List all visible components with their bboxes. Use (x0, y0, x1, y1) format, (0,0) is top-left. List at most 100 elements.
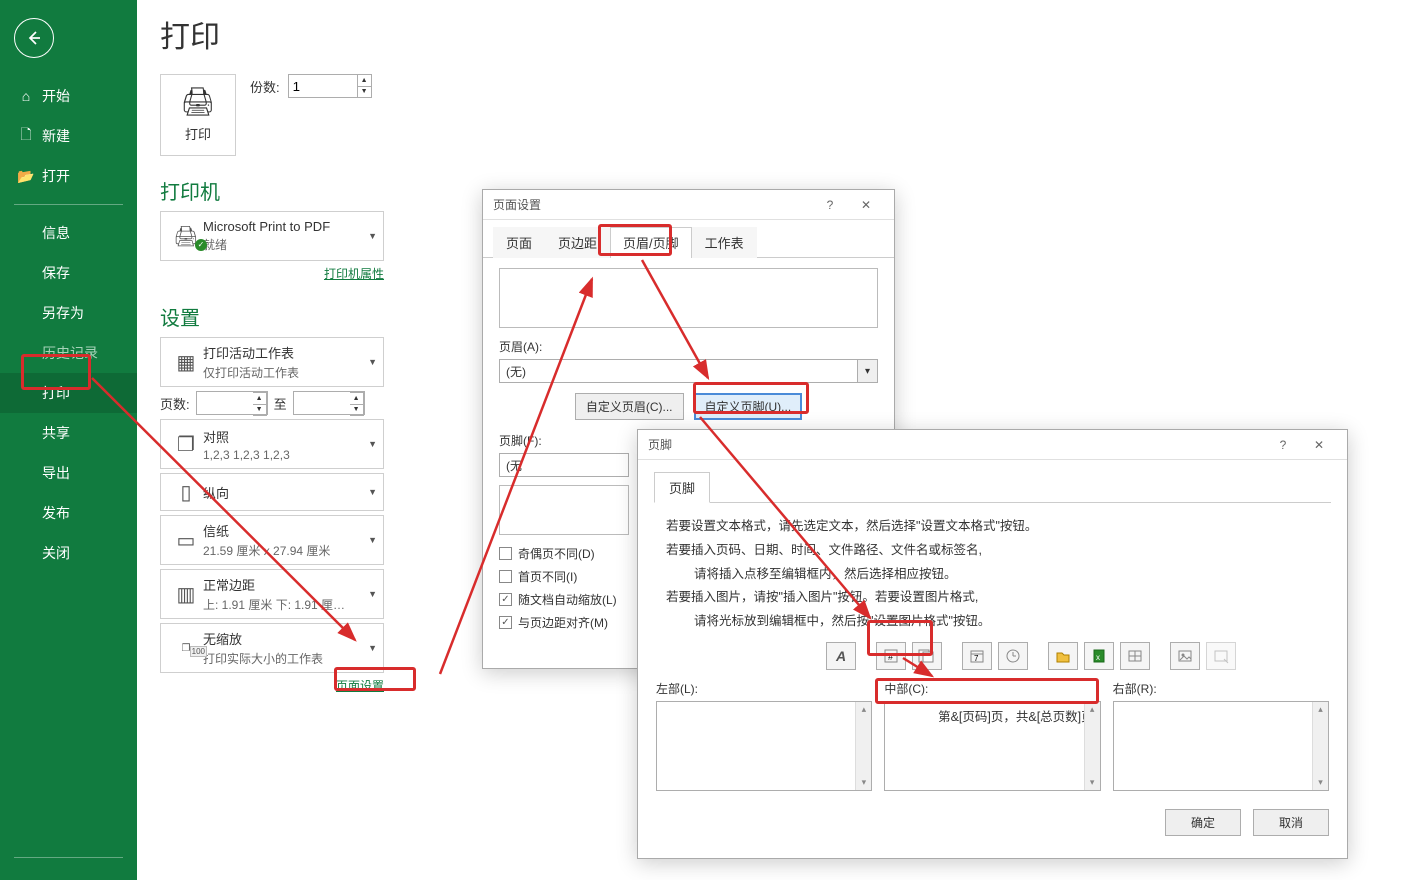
tab-margins[interactable]: 页边距 (545, 227, 610, 258)
tab-header-footer[interactable]: 页眉/页脚 (610, 227, 692, 258)
custom-footer-button[interactable]: 自定义页脚(U)... (694, 393, 803, 420)
opt-sub: 1,2,3 1,2,3 1,2,3 (203, 448, 290, 462)
settings-section-header: 设置 (160, 302, 460, 331)
center-section-textarea[interactable]: 第&[页码]页，共&[总页数]页▴▾ (884, 701, 1100, 791)
insert-filepath-button[interactable] (1048, 642, 1078, 670)
format-picture-button[interactable] (1206, 642, 1236, 670)
opt-sub: 上: 1.91 厘米 下: 1.91 厘… (203, 596, 345, 613)
page-setup-link[interactable]: 页面设置 (336, 679, 384, 693)
print-what-selector[interactable]: ▦ 打印活动工作表 仅打印活动工作表 ▼ (160, 337, 384, 387)
nav-share[interactable]: 共享 (0, 413, 137, 453)
nav-label: 打印 (42, 383, 70, 403)
checkbox-odd-even[interactable] (499, 547, 512, 560)
spin-down-icon[interactable]: ▼ (358, 87, 371, 98)
center-text: 第&[页码]页，共&[总页数]页 (938, 710, 1094, 724)
nav-open[interactable]: 📂 打开 (0, 156, 137, 196)
help-button[interactable]: ? (812, 198, 848, 212)
chevron-down-icon: ▾ (857, 360, 877, 382)
paper-size-selector[interactable]: ▭ 信纸 21.59 厘米 x 27.94 厘米 ▼ (160, 515, 384, 565)
checkbox-scale[interactable]: ✓ (499, 593, 512, 606)
collate-icon: ❐ (169, 432, 203, 457)
back-button[interactable] (14, 18, 54, 58)
insert-page-count-button[interactable] (912, 642, 942, 670)
opt-sub: 21.59 厘米 x 27.94 厘米 (203, 542, 330, 559)
ready-check-icon: ✓ (195, 239, 207, 251)
scaling-selector[interactable]: ❐100 无缩放 打印实际大小的工作表 ▼ (160, 623, 384, 673)
margins-icon: ▥ (169, 582, 203, 607)
tab-page[interactable]: 页面 (493, 227, 545, 258)
header-combo[interactable]: (无) ▾ (499, 359, 878, 383)
insert-picture-button[interactable] (1170, 642, 1200, 670)
nav-print[interactable]: 打印 (0, 373, 137, 413)
insert-sheetname-button[interactable] (1120, 642, 1150, 670)
footer-value: (无 (506, 457, 522, 474)
margins-selector[interactable]: ▥ 正常边距 上: 1.91 厘米 下: 1.91 厘… ▼ (160, 569, 384, 619)
home-icon: ⌂ (18, 88, 34, 104)
insert-page-number-button[interactable]: # (876, 642, 906, 670)
checkbox-first-page[interactable] (499, 570, 512, 583)
header-value: (无) (506, 363, 526, 380)
printer-name: Microsoft Print to PDF (203, 219, 330, 234)
scrollbar[interactable]: ▴▾ (855, 702, 871, 790)
insert-date-button[interactable]: 7 (962, 642, 992, 670)
nav-new[interactable]: 🗋 新建 (0, 116, 137, 156)
checkbox-align[interactable]: ✓ (499, 616, 512, 629)
help-button[interactable]: ? (1265, 438, 1301, 452)
nav-separator (14, 857, 123, 858)
header-preview (499, 268, 878, 328)
orientation-selector[interactable]: ▯ 纵向 ▼ (160, 473, 384, 511)
nav-saveas[interactable]: 另存为 (0, 293, 137, 333)
nav-separator (14, 204, 123, 205)
pages-from-stepper[interactable]: ▲▼ (253, 392, 267, 416)
nav-save[interactable]: 保存 (0, 253, 137, 293)
cancel-button[interactable]: 取消 (1253, 809, 1329, 836)
scrollbar[interactable]: ▴▾ (1312, 702, 1328, 790)
footer-combo[interactable]: (无 (499, 453, 629, 477)
nav-home[interactable]: ⌂ 开始 (0, 76, 137, 116)
printer-icon: 🖨 (161, 85, 235, 118)
opt-title: 打印活动工作表 (203, 343, 299, 362)
right-section-textarea[interactable]: ▴▾ (1113, 701, 1329, 791)
close-button[interactable]: ✕ (848, 198, 884, 212)
chevron-down-icon: ▼ (368, 231, 377, 241)
scrollbar[interactable]: ▴▾ (1084, 702, 1100, 790)
chk-label: 奇偶页不同(D) (518, 545, 595, 562)
nav-info[interactable]: 信息 (0, 213, 137, 253)
nav-export[interactable]: 导出 (0, 453, 137, 493)
copies-stepper[interactable]: ▲▼ (358, 74, 372, 98)
chk-label: 首页不同(I) (518, 568, 577, 585)
nav-label: 历史记录 (42, 343, 98, 363)
printer-properties-link[interactable]: 打印机属性 (324, 267, 384, 281)
insert-time-button[interactable] (998, 642, 1028, 670)
left-section-label: 左部(L): (656, 680, 872, 697)
opt-title: 信纸 (203, 521, 330, 540)
nav-label: 关闭 (42, 543, 70, 563)
nav-close[interactable]: 关闭 (0, 533, 137, 573)
nav-publish[interactable]: 发布 (0, 493, 137, 533)
pages-to-input[interactable] (294, 392, 350, 414)
copies-input[interactable] (288, 74, 358, 98)
tab-sheet[interactable]: 工作表 (692, 227, 757, 258)
left-section-textarea[interactable]: ▴▾ (656, 701, 872, 791)
footer-tab[interactable]: 页脚 (654, 472, 710, 503)
paper-icon: ▭ (169, 528, 203, 553)
dialog-title: 页面设置 (493, 196, 541, 213)
insert-filename-button[interactable]: x (1084, 642, 1114, 670)
printer-section-header: 打印机 (160, 176, 460, 205)
page-title: 打印 (160, 12, 460, 56)
help-text: 若要设置文本格式，请先选定文本，然后选择"设置文本格式"按钮。 若要插入页码、日… (638, 503, 1347, 638)
close-button[interactable]: ✕ (1301, 438, 1337, 452)
nav-label: 保存 (42, 263, 70, 283)
format-text-button[interactable]: A (826, 642, 856, 670)
spin-up-icon[interactable]: ▲ (358, 75, 371, 87)
ok-button[interactable]: 确定 (1165, 809, 1241, 836)
pages-to-label: 至 (274, 394, 287, 413)
custom-header-button[interactable]: 自定义页眉(C)... (575, 393, 684, 420)
pages-to-stepper[interactable]: ▲▼ (350, 392, 364, 416)
printer-selector[interactable]: 🖨✓ Microsoft Print to PDF 就绪 ▼ (160, 211, 384, 261)
print-button[interactable]: 🖨 打印 (160, 74, 236, 156)
pages-from-input[interactable] (197, 392, 253, 414)
pages-label: 页数: (160, 394, 190, 413)
nav-label: 共享 (42, 423, 70, 443)
collate-selector[interactable]: ❐ 对照 1,2,3 1,2,3 1,2,3 ▼ (160, 419, 384, 469)
